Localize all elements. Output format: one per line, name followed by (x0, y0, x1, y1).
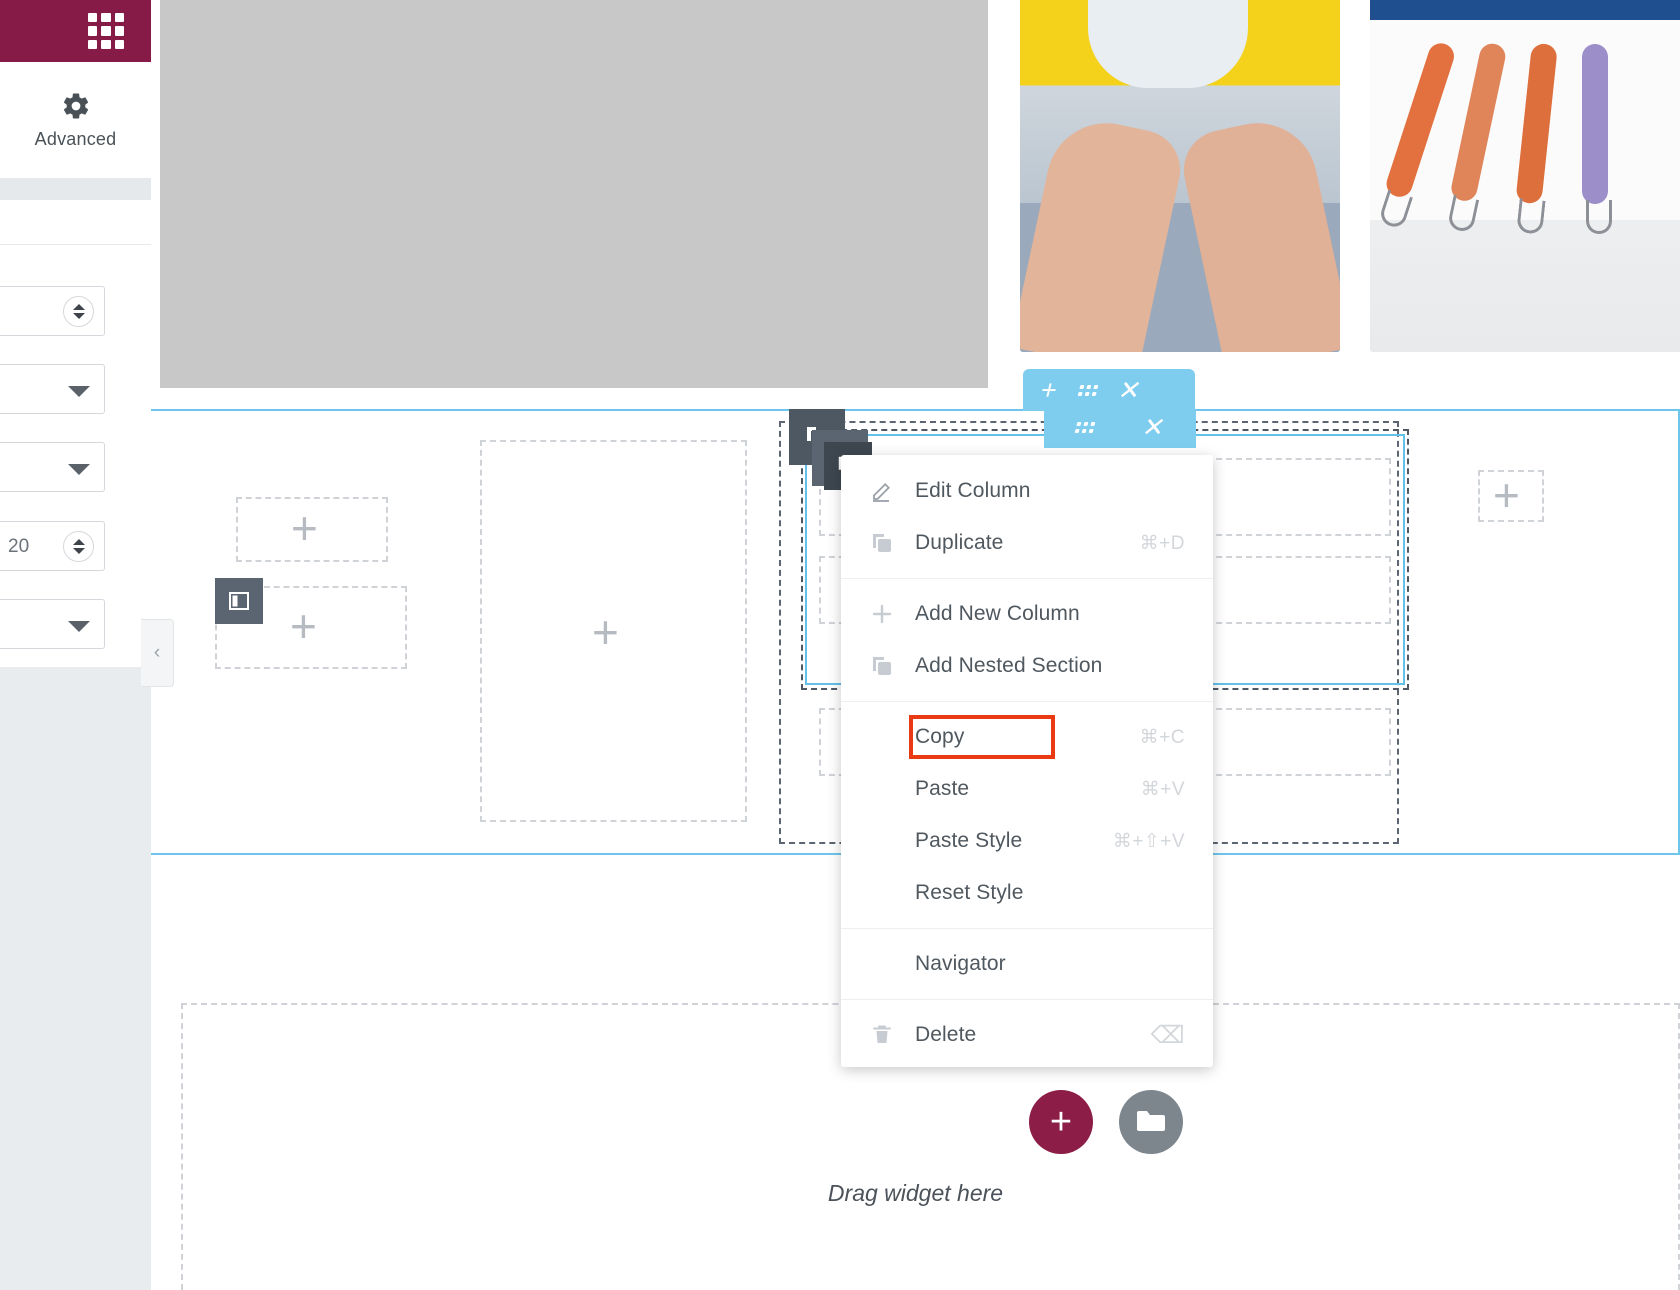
photo-nurse-mask (1020, 0, 1340, 352)
menu-item-label: Duplicate (915, 531, 1004, 554)
menu-item-copy[interactable]: Copy ⌘+C (841, 711, 1213, 763)
menu-item-shortcut: ⌘+D (1139, 532, 1185, 554)
settings-panel: Advanced 20 (0, 0, 151, 1290)
dots-grid-icon[interactable] (1074, 421, 1095, 433)
panel-header (0, 0, 151, 62)
gear-icon (63, 92, 88, 118)
folder-icon (1137, 1111, 1165, 1131)
menu-item-paste[interactable]: Paste ⌘+V (841, 763, 1213, 815)
menu-item-add-new-column[interactable]: Add New Column (841, 588, 1213, 640)
context-menu[interactable]: Edit Column Duplicate ⌘+D Add New Column (841, 455, 1213, 1067)
numeric-stepper-1[interactable] (0, 286, 105, 336)
menu-item-label: Copy (915, 725, 965, 748)
chevron-left-icon: ‹ (153, 642, 161, 663)
pencil-icon (867, 476, 897, 506)
menu-item-duplicate[interactable]: Duplicate ⌘+D (841, 517, 1213, 569)
duplicate-icon (867, 528, 897, 558)
add-widget-plus[interactable]: + (1493, 472, 1520, 518)
menu-item-edit-column[interactable]: Edit Column (841, 465, 1213, 517)
menu-item-add-nested-section[interactable]: Add Nested Section (841, 640, 1213, 692)
column-layout-icon (229, 592, 249, 610)
column-layout-handle[interactable] (215, 578, 263, 624)
stepper-icon[interactable] (63, 531, 94, 562)
menu-item-label: Edit Column (915, 479, 1031, 502)
stepper-value: 20 (8, 536, 30, 557)
menu-item-label: Reset Style (915, 881, 1024, 904)
plus-icon (867, 599, 897, 629)
menu-item-reset-style[interactable]: Reset Style (841, 867, 1213, 919)
panel-body: 20 (0, 200, 151, 667)
add-widget-plus[interactable]: + (291, 505, 318, 551)
menu-item-shortcut: ⌫ (1150, 1021, 1185, 1049)
trash-icon (867, 1020, 897, 1050)
dots-grid-icon[interactable] (1077, 384, 1099, 396)
menu-item-label: Paste Style (915, 829, 1023, 852)
close-icon[interactable]: ✕ (1115, 375, 1144, 406)
plus-icon: + (1049, 1101, 1073, 1143)
menu-item-label: Navigator (915, 952, 1006, 975)
nested-section-icon (867, 651, 897, 681)
image-placeholder-block (160, 0, 988, 388)
menu-item-navigator[interactable]: Navigator (841, 938, 1213, 990)
widget-dropzone[interactable]: + (480, 440, 747, 822)
template-library-button[interactable] (1119, 1090, 1183, 1154)
stepper-icon[interactable] (63, 296, 94, 327)
tab-advanced[interactable]: Advanced (0, 62, 151, 178)
panel-footer-area (0, 667, 151, 1290)
menu-item-delete[interactable]: Delete ⌫ (841, 1009, 1213, 1061)
add-widget-plus[interactable]: + (592, 609, 619, 655)
menu-separator (841, 928, 1213, 929)
menu-separator (841, 701, 1213, 702)
select-1[interactable] (0, 364, 105, 414)
close-icon[interactable]: ✕ (1139, 412, 1168, 443)
chevron-down-icon[interactable] (68, 464, 90, 475)
menu-item-shortcut: ⌘+C (1139, 726, 1185, 748)
menu-item-paste-style[interactable]: Paste Style ⌘+⇧+V (841, 815, 1213, 867)
menu-item-shortcut: ⌘+V (1140, 778, 1185, 800)
chevron-down-icon[interactable] (68, 386, 90, 397)
select-3[interactable] (0, 599, 105, 649)
menu-item-label: Add Nested Section (915, 654, 1103, 677)
add-new-section-button[interactable]: + (1029, 1090, 1093, 1154)
apps-grid-icon[interactable] (88, 13, 124, 49)
menu-item-label: Add New Column (915, 602, 1080, 625)
menu-separator (841, 578, 1213, 579)
menu-item-label: Paste (915, 777, 970, 800)
section-handle-back[interactable]: + ✕ (1023, 369, 1195, 411)
photo-dental-tools (1370, 0, 1680, 352)
menu-separator (841, 999, 1213, 1000)
chevron-down-icon[interactable] (68, 621, 90, 632)
select-2[interactable] (0, 442, 105, 492)
section-handle-front[interactable]: ✕ (1044, 406, 1196, 448)
drag-widget-hint: Drag widget here (827, 1180, 1004, 1206)
add-section-icon[interactable]: + (1037, 375, 1060, 405)
menu-item-label: Delete (915, 1023, 977, 1046)
tab-advanced-label: Advanced (34, 128, 117, 149)
panel-divider (0, 178, 151, 200)
panel-collapse-button[interactable]: ‹ (141, 619, 174, 687)
menu-item-shortcut: ⌘+⇧+V (1112, 830, 1185, 852)
add-widget-plus[interactable]: + (290, 603, 317, 649)
widget-dropzone[interactable]: + (1478, 470, 1544, 522)
numeric-stepper-2[interactable]: 20 (0, 521, 105, 571)
widget-dropzone[interactable]: + (236, 497, 388, 562)
